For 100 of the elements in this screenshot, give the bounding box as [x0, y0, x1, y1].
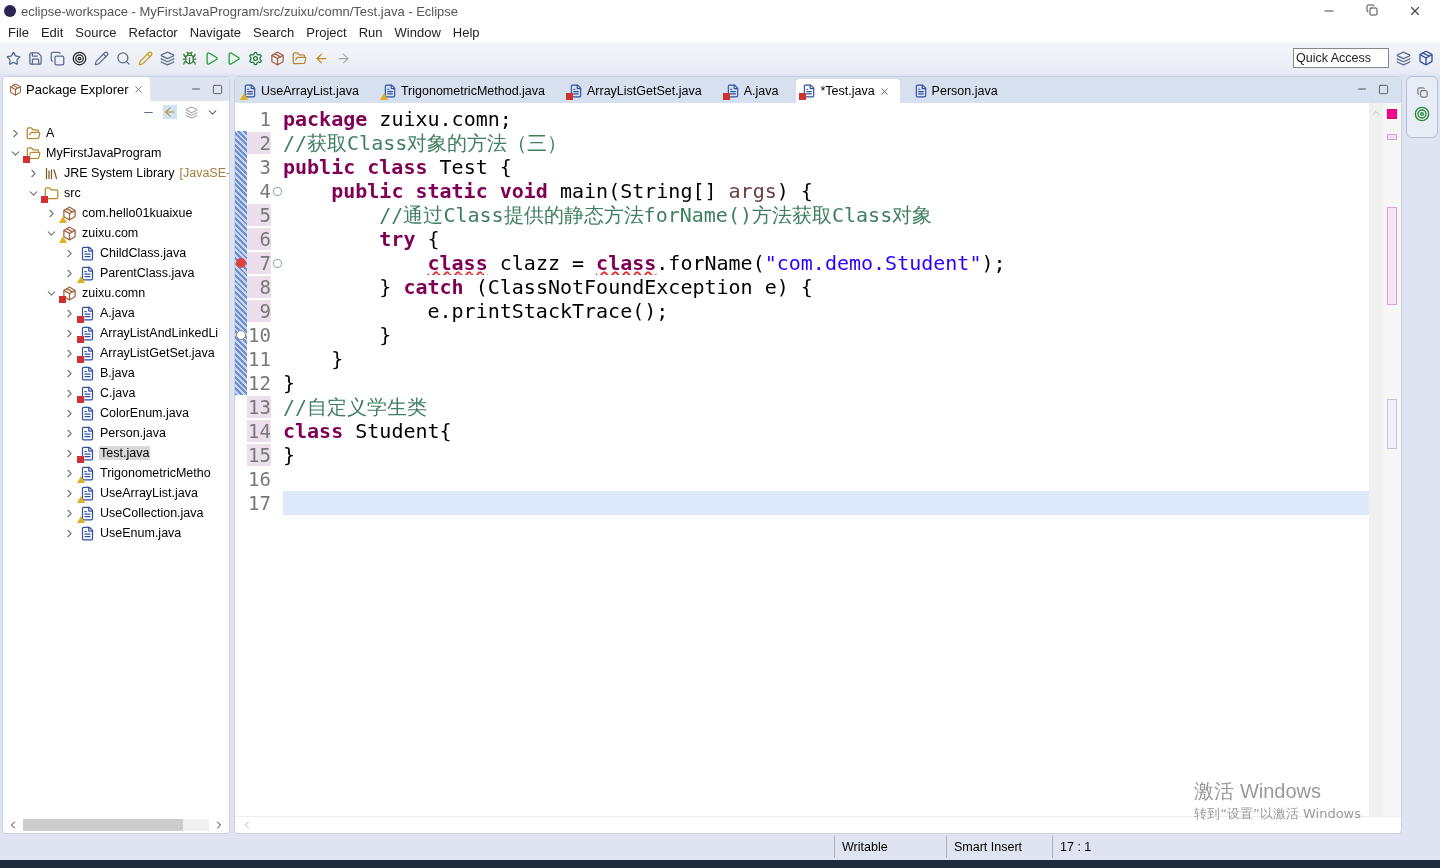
editor-tab[interactable]: Person.java	[907, 79, 1008, 103]
line-number: 4	[258, 180, 271, 202]
tree-item[interactable]: Person.java	[99, 426, 167, 440]
tree-item[interactable]: JRE System Library	[63, 166, 176, 180]
tree-item[interactable]: ColorEnum.java	[99, 406, 190, 420]
layers-icon[interactable]	[1396, 50, 1411, 66]
error-badge-icon	[41, 195, 48, 203]
code-line: } catch (ClassNotFoundException e) {	[378, 275, 813, 299]
warning-badge-icon	[77, 495, 85, 503]
code-line: }	[330, 347, 344, 371]
save-all-icon[interactable]	[50, 50, 65, 66]
scrollbar[interactable]	[23, 819, 209, 831]
menu-item[interactable]: Search	[247, 24, 301, 40]
search-icon[interactable]	[116, 50, 131, 66]
activation-hint: 转到“设置”以激活 Windows	[1194, 805, 1361, 823]
menu-item[interactable]: Refactor	[122, 24, 184, 40]
tree-item[interactable]: B.java	[99, 366, 136, 380]
editor-tab[interactable]: *Test.java	[796, 79, 900, 103]
code-line: //自定义学生类	[283, 394, 428, 421]
line-number: 9	[247, 300, 271, 322]
tree-item[interactable]: C.java	[99, 386, 137, 400]
forward-icon[interactable]	[336, 50, 351, 66]
error-badge-icon	[77, 455, 84, 463]
warning-badge-icon	[59, 235, 67, 243]
run-config-icon[interactable]	[226, 50, 241, 66]
warning-badge-icon	[77, 475, 85, 483]
restore-icon[interactable]	[1416, 87, 1428, 98]
menu-item[interactable]: Source	[69, 24, 123, 40]
package-icon[interactable]	[270, 50, 285, 66]
tree-item[interactable]: UseEnum.java	[99, 526, 183, 540]
menu-item[interactable]: Run	[352, 24, 389, 40]
warning-badge-icon	[240, 93, 248, 100]
new-icon[interactable]	[6, 50, 21, 66]
close-icon[interactable]	[878, 85, 890, 97]
pencil-icon[interactable]	[94, 50, 109, 66]
code-line: //通过Class提供的静态方法forName()方法获取Class对象	[378, 202, 933, 229]
code-line: class Student{	[283, 419, 452, 443]
tree-item[interactable]: Test.java	[99, 446, 151, 460]
tree-item[interactable]: ChildClass.java	[99, 246, 188, 260]
editor-tab[interactable]: A.java	[719, 79, 789, 103]
quick-access-field[interactable]: Quick Access	[1293, 48, 1389, 68]
error-badge-icon	[566, 93, 573, 100]
open-folder-icon[interactable]	[292, 50, 307, 66]
tree-item[interactable]: ArrayListAndLinkedLi	[99, 326, 220, 340]
layers-icon[interactable]	[185, 105, 198, 119]
code-line: class clazz = class.forName("com.demo.Student");	[426, 251, 1006, 275]
tree-item[interactable]: A	[45, 126, 56, 140]
line-number: 10	[247, 324, 271, 346]
tree-item[interactable]: MyFirstJavaProgram	[45, 146, 163, 160]
maximize-icon[interactable]	[1378, 84, 1389, 95]
package-icon[interactable]	[1418, 50, 1434, 66]
restore-icon[interactable]	[1366, 4, 1378, 18]
scroll-thumb[interactable]	[1387, 399, 1397, 449]
fold-icon[interactable]	[272, 186, 282, 196]
maximize-icon[interactable]	[212, 83, 223, 95]
warning-badge-icon	[59, 215, 67, 223]
menu-item[interactable]: Navigate	[183, 24, 247, 40]
line-number: 1	[258, 108, 271, 130]
code-line: package zuixu.comn;	[283, 107, 512, 131]
debug-icon[interactable]	[182, 50, 197, 66]
line-number: 5	[247, 204, 271, 226]
fold-icon[interactable]	[272, 258, 282, 268]
tree-item[interactable]: TrigonometricMetho	[99, 466, 212, 480]
layers-icon[interactable]	[160, 50, 175, 66]
tree-item[interactable]: com.hello01kuaixue	[81, 206, 194, 220]
menu-item[interactable]: Edit	[34, 24, 70, 40]
line-number: 2	[247, 132, 271, 154]
back-icon[interactable]	[314, 50, 329, 66]
menu-item[interactable]: Window	[388, 24, 447, 40]
close-icon[interactable]	[1408, 4, 1422, 18]
menu-item[interactable]: Help	[446, 24, 486, 40]
line-number: 6	[247, 228, 271, 250]
link-icon[interactable]	[163, 105, 177, 119]
line-number: 15	[247, 444, 271, 466]
highlight-icon[interactable]	[138, 50, 153, 66]
target-icon[interactable]	[72, 50, 87, 66]
menu-item[interactable]: Project	[300, 24, 353, 40]
error-badge-icon	[59, 295, 66, 303]
status-field: 17 : 1	[1052, 836, 1150, 858]
line-number: 11	[247, 348, 271, 370]
save-icon[interactable]	[28, 50, 43, 66]
tree-item[interactable]: UseArrayList.java	[99, 486, 199, 500]
tree-item[interactable]: src	[63, 186, 82, 200]
tree-item[interactable]: A.java	[99, 306, 136, 320]
tree-item[interactable]: ParentClass.java	[99, 266, 196, 280]
tree-item[interactable]: ArrayListGetSet.java	[99, 346, 216, 360]
error-badge-icon	[77, 315, 84, 323]
settings-icon[interactable]	[248, 50, 263, 66]
editor-tab[interactable]: UseArrayList.java	[237, 79, 369, 103]
menu-item[interactable]: File	[2, 24, 35, 40]
eclipse-logo-icon	[4, 5, 16, 17]
code-line: }	[378, 323, 392, 347]
tree-item[interactable]: zuixu.com	[81, 226, 140, 240]
editor-tab[interactable]: ArrayListGetSet.java	[563, 79, 712, 103]
warning-badge-icon	[379, 93, 388, 100]
status-field: Writable	[834, 836, 946, 858]
editor-tab[interactable]: TrigonometricMethod.java	[376, 79, 555, 103]
run-icon[interactable]	[204, 50, 219, 66]
tree-item[interactable]: UseCollection.java	[99, 506, 205, 520]
tree-item[interactable]: zuixu.comn	[81, 286, 147, 300]
